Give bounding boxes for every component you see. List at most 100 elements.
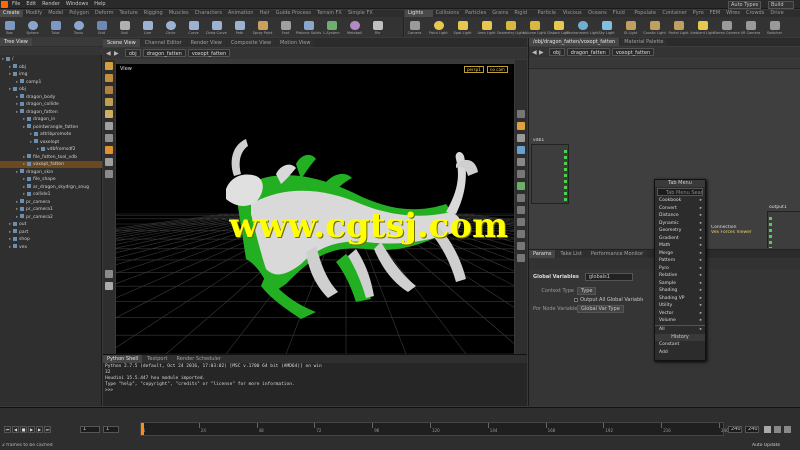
menu-file[interactable]: File <box>12 1 20 7</box>
tab-channel-editor[interactable]: Channel Editor <box>140 38 186 47</box>
tool-area-light[interactable]: Area Light <box>478 20 495 35</box>
tree-row[interactable]: ▸ collide1 <box>0 191 102 198</box>
shelf-tab-grains[interactable]: Grains <box>489 10 511 17</box>
end-frame-field[interactable]: 240 <box>728 426 742 433</box>
tree-row[interactable]: ▸ pr_camera2 <box>0 214 102 221</box>
net-forward-icon[interactable]: ▶ <box>539 49 544 56</box>
tab-tree-view[interactable]: Tree View <box>0 38 32 46</box>
playhead[interactable] <box>141 423 144 435</box>
tab-motion-view[interactable]: Motion View <box>276 38 315 47</box>
tool-sphere[interactable]: Sphere <box>25 20 40 35</box>
tab-menu-item[interactable]: Utility ▸ <box>655 302 705 310</box>
back-arrow-icon[interactable]: ◀ <box>106 50 111 57</box>
view-tool-icon[interactable] <box>105 134 113 142</box>
tree-row[interactable]: ▸ shop <box>0 236 102 243</box>
shelf-tab-crowds[interactable]: Crowds <box>743 10 767 17</box>
tool-portal-light[interactable]: Portal Light <box>669 20 688 35</box>
measure-tool-icon[interactable] <box>105 270 113 278</box>
tree-row[interactable]: ▸ obj <box>0 64 102 71</box>
tool-stereo-camera[interactable]: Stereo Camera <box>713 20 740 35</box>
scale-tool-icon[interactable] <box>105 98 113 106</box>
output-all-checkbox[interactable] <box>574 297 579 302</box>
shelf-tab-lights[interactable]: Lights and Ca... <box>405 10 433 17</box>
tool-camera[interactable]: Camera <box>407 20 422 35</box>
tool-geo-light[interactable]: Geometry Light <box>497 20 524 35</box>
tab-menu-item[interactable]: Math ▸ <box>655 242 705 250</box>
tool-box[interactable]: Box <box>2 20 17 35</box>
tree-row[interactable]: ▸ attribpromote <box>0 131 102 138</box>
menu-windows[interactable]: Windows <box>66 1 88 7</box>
tab-material-palette[interactable]: Material Palette <box>620 38 668 46</box>
shading-icon[interactable] <box>517 134 525 142</box>
shelf-tab-fluidcon[interactable]: Fluid Con... <box>610 10 632 17</box>
tab-menu-item[interactable]: Geometry ▸ <box>655 227 705 235</box>
build-label[interactable]: Build <box>768 1 794 9</box>
shelf-tab-model[interactable]: Model <box>45 10 66 17</box>
tab-menu-item[interactable]: Relative ▸ <box>655 272 705 280</box>
tool-null[interactable]: Null <box>117 20 132 35</box>
current-frame-field[interactable]: 1 <box>80 426 100 433</box>
tool-curve[interactable]: Curve <box>186 20 201 35</box>
grid-toggle-icon[interactable] <box>517 206 525 214</box>
tab-menu-search[interactable]: Tab Menu Search <box>657 188 703 196</box>
tab-python-shell[interactable]: Python Shell <box>103 355 143 363</box>
tab-menu-item[interactable]: Dynamic ▸ <box>655 220 705 228</box>
tool-sky-light[interactable]: Sky Light <box>598 20 615 35</box>
shelf-tab-hair[interactable]: Hair <box>256 10 272 17</box>
tab-menu-item[interactable]: All ▸ <box>655 324 705 333</box>
tool-metaball[interactable]: Metaball <box>347 20 362 35</box>
path-dragon-fatten[interactable]: dragon_fatten <box>142 49 186 57</box>
select-tool-icon[interactable] <box>105 62 113 70</box>
console-output[interactable]: Python 2.7.5 (default, Oct 24 2016, 17:0… <box>105 364 523 394</box>
net-back-icon[interactable]: ◀ <box>532 49 537 56</box>
shelf-tab-particles[interactable]: Particles <box>462 10 489 17</box>
shelf-tab-oceans[interactable]: Oceans <box>585 10 610 17</box>
tool-point-light[interactable]: Point Light <box>429 20 448 35</box>
tab-menu-item[interactable]: Sample ▸ <box>655 280 705 288</box>
tree-row[interactable]: ▸ ar_dragon_skydrgn_snug <box>0 184 102 191</box>
tool-caustic-light[interactable]: Caustic Light <box>643 20 666 35</box>
tool-ambient-light[interactable]: Ambient Light <box>690 20 715 35</box>
tab-render-view[interactable]: Render View <box>186 38 226 47</box>
tool-circle[interactable]: Circle <box>163 20 178 35</box>
tree-row[interactable]: ▸ pointwrangle_fatten <box>0 124 102 131</box>
tab-textport[interactable]: Textport <box>143 355 172 363</box>
tree-row[interactable]: ▸ dragon_in <box>0 116 102 123</box>
history-item-add[interactable]: Add <box>655 349 705 357</box>
tab-take-list[interactable]: Take List <box>556 250 586 258</box>
path-obj[interactable]: obj <box>125 49 141 57</box>
key-icon[interactable] <box>764 426 771 433</box>
shelf-tab-collisions[interactable]: Collisions <box>433 10 463 17</box>
desktop-selector[interactable]: Auto Types <box>728 1 762 9</box>
tree-row[interactable]: ▸ voxelopt <box>0 139 102 146</box>
timeline-track[interactable]: 1 24 48 72 96 120 144 168 192 216 240 <box>140 422 729 436</box>
shelf-tab-animation[interactable]: Animation <box>225 10 257 17</box>
shelf-tab-simplefx[interactable]: Simple FX <box>345 10 376 17</box>
tab-composite-view[interactable]: Composite View <box>226 38 276 47</box>
tool-torus[interactable]: Torus <box>71 20 86 35</box>
rotate-tool-icon[interactable] <box>105 86 113 94</box>
tool-gi-light[interactable]: GI Light <box>623 20 638 35</box>
tool-switcher[interactable]: Switcher <box>767 20 782 35</box>
tab-menu-item[interactable]: Cookbook ▸ <box>655 197 705 205</box>
tool-tube[interactable]: Tube <box>48 20 63 35</box>
path-voxopt-fatten[interactable]: voxopt_fatten <box>187 49 231 57</box>
tool-distant-light[interactable]: Distant Light <box>547 20 570 35</box>
tab-scene-view[interactable]: Scene View <box>103 38 140 47</box>
audio-icon[interactable] <box>774 426 781 433</box>
snapshot-icon[interactable] <box>517 254 525 262</box>
viewport-3d[interactable]: View persp1 no cam www.cgtsj.com <box>116 64 514 354</box>
shelf-tab-guide[interactable]: Guide Process <box>273 10 314 17</box>
tab-menu-item[interactable]: Shading ▸ <box>655 287 705 295</box>
shelf-tab-container[interactable]: Container Tools <box>659 10 689 17</box>
tree-row[interactable]: ▸ pr_camera <box>0 199 102 206</box>
render-region-icon[interactable] <box>517 218 525 226</box>
net-path-dragon-fatten[interactable]: dragon_fatten <box>566 48 610 56</box>
shelf-tab-populate[interactable]: Populate Cont... <box>631 10 659 17</box>
tool-vr-camera[interactable]: VR Camera <box>741 20 760 35</box>
pose-tool-icon[interactable] <box>105 122 113 130</box>
tree-row[interactable]: ▸ dragon_skin <box>0 169 102 176</box>
tree-row[interactable]: ▸ pr_camera1 <box>0 206 102 213</box>
shelf-tab-vfluids[interactable]: Viscous Fluids <box>560 10 585 17</box>
tab-menu-item[interactable]: Pattern ▸ <box>655 257 705 265</box>
